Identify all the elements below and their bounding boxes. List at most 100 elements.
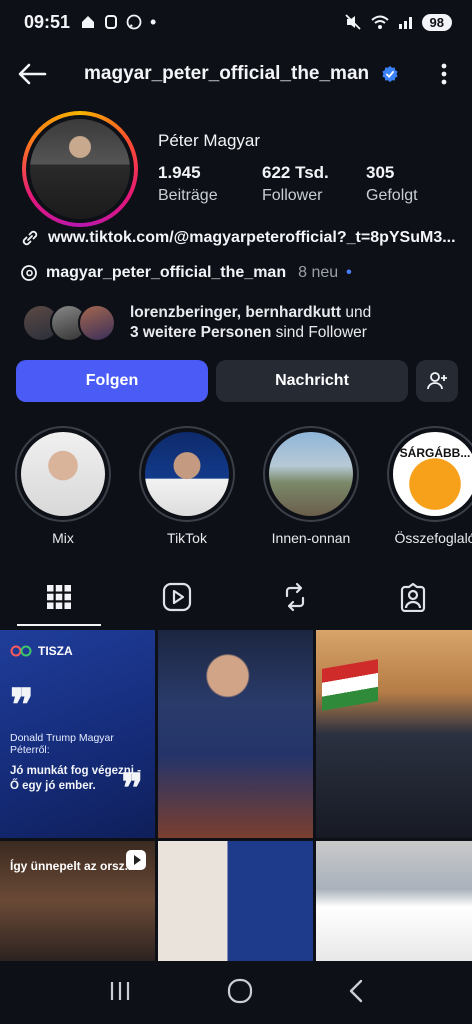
more-options-button[interactable] — [432, 63, 456, 85]
home-circle-icon — [227, 978, 253, 1003]
post-tile[interactable]: TISZA ❞ Donald Trump Magyar Péterről: Jó… — [0, 630, 155, 838]
tab-posts-grid[interactable] — [0, 568, 118, 626]
highlight-cover — [269, 432, 353, 516]
highlight-cover — [145, 432, 229, 516]
message-button[interactable]: Nachricht — [216, 360, 408, 402]
mutual-followers-text: lorenzberinger, bernhardkutt und 3 weite… — [130, 303, 371, 343]
suggest-users-button[interactable] — [416, 360, 458, 402]
stat-label: Beiträge — [158, 187, 218, 204]
tab-reposts[interactable] — [236, 568, 354, 626]
profile-link[interactable]: www.tiktok.com/@magyarpeterofficial?_t=8… — [20, 228, 456, 248]
recents-icon — [110, 981, 129, 1000]
highlight-label: Mix — [52, 530, 74, 546]
stat-followers[interactable]: 622 Tsd. Follower — [262, 163, 366, 205]
tab-reels[interactable] — [118, 568, 236, 626]
threads-new-count: 8 neu — [298, 264, 339, 281]
highlight-ring — [139, 426, 235, 522]
post-tile[interactable] — [158, 630, 313, 838]
post-byline: Donald Trump Magyar Péterről: — [10, 732, 114, 756]
more-notifications-dot: • — [150, 11, 157, 32]
signal-icon — [398, 17, 412, 29]
threads-icon — [21, 265, 37, 281]
posts-grid: TISZA ❞ Donald Trump Magyar Péterről: Jó… — [0, 630, 472, 961]
avatar — [78, 304, 116, 342]
post-tile[interactable]: Így ünnepelt az orsz... — [0, 841, 155, 961]
follow-button[interactable]: Folgen — [16, 360, 208, 402]
back-button[interactable] — [16, 58, 48, 90]
page-title: magyar_peter_official_the_man — [84, 63, 370, 84]
profile-tabs — [0, 568, 472, 626]
system-back-button[interactable] — [348, 979, 364, 1008]
arrow-left-icon — [18, 63, 47, 85]
recent-apps-button[interactable] — [108, 980, 132, 1007]
highlight-tiktok[interactable]: TikTok — [139, 426, 235, 546]
home-button[interactable] — [227, 978, 253, 1009]
system-navigation-bar — [0, 962, 472, 1024]
verified-badge-icon — [382, 65, 398, 83]
quote-close-icon: ❞ — [121, 765, 143, 812]
stat-posts[interactable]: 1.945 Beiträge — [158, 163, 262, 205]
status-notification-icons: • — [80, 12, 156, 33]
more-vertical-icon — [441, 63, 447, 85]
stat-value: 1.945 — [158, 163, 201, 182]
threads-handle: magyar_peter_official_the_man — [46, 264, 287, 281]
display-name: Péter Magyar — [158, 131, 261, 150]
link-icon — [22, 230, 38, 246]
status-system-icons: 98 — [344, 13, 452, 31]
stat-value: 622 Tsd. — [262, 163, 329, 182]
app-notification-icon — [105, 15, 118, 29]
mutual-names: lorenzberinger, bernhardkutt — [130, 304, 342, 321]
avatar-image — [30, 119, 130, 219]
highlight-ring: SÁRGÁBB... — [387, 426, 472, 522]
post-tile[interactable] — [158, 841, 313, 961]
reel-badge-icon — [126, 850, 146, 870]
home-icon — [82, 16, 95, 28]
stat-following[interactable]: 305 Gefolgt — [366, 163, 470, 205]
status-time: 09:51 — [24, 11, 71, 32]
highlight-osszefoglalo[interactable]: SÁRGÁBB... Összefoglaló — [387, 426, 472, 546]
battery-level: 98 — [421, 13, 452, 31]
tab-tagged[interactable] — [354, 568, 472, 626]
mutual-followers[interactable]: lorenzberinger, bernhardkutt und 3 weite… — [22, 303, 371, 343]
post-brand: TISZA — [10, 644, 145, 658]
stat-value: 305 — [366, 163, 395, 182]
highlight-label: Innen-onnan — [271, 530, 351, 546]
tagged-person-icon — [400, 582, 426, 612]
highlight-label: Összefoglaló — [394, 530, 472, 546]
highlight-cover: SÁRGÁBB... — [393, 432, 472, 516]
mutual-others: 3 weitere Personen — [130, 324, 272, 341]
reels-icon — [162, 582, 192, 612]
profile-avatar[interactable] — [22, 111, 138, 227]
tisza-logo-icon — [10, 645, 32, 657]
stat-label: Gefolgt — [366, 187, 418, 204]
unread-dot: • — [346, 264, 352, 281]
link-text: www.tiktok.com/@magyarpeterofficial?_t=8… — [48, 229, 456, 246]
whatsapp-icon — [126, 14, 142, 30]
highlight-mix[interactable]: Mix — [15, 426, 111, 546]
threads-badge[interactable]: magyar_peter_official_the_man 8 neu • — [20, 264, 352, 282]
mutual-avatars — [22, 304, 116, 342]
hungarian-flag-image — [322, 659, 378, 711]
add-person-icon — [427, 372, 447, 390]
chevron-left-icon — [350, 979, 363, 1002]
mutual-and: und — [341, 304, 372, 321]
highlight-cover-text: SÁRGÁBB... — [399, 446, 471, 460]
avatar-border — [26, 115, 134, 223]
mutual-suffix: sind Follower — [271, 324, 367, 341]
status-bar: 09:51 • 98 — [0, 0, 472, 44]
profile-header: magyar_peter_official_the_man — [0, 52, 472, 96]
stat-label: Follower — [262, 187, 323, 204]
highlight-innen-onnan[interactable]: Innen-onnan — [263, 426, 359, 546]
profile-actions: Folgen Nachricht — [16, 360, 458, 402]
post-tile[interactable] — [316, 630, 472, 838]
mute-icon — [344, 14, 361, 30]
grid-icon — [47, 585, 71, 609]
story-highlights: Mix TikTok Innen-onnan SÁRGÁBB... Összef… — [15, 426, 472, 546]
profile-stats: 1.945 Beiträge 622 Tsd. Follower 305 Gef… — [158, 163, 470, 205]
post-tile[interactable] — [316, 841, 472, 961]
highlight-ring — [15, 426, 111, 522]
post-caption: Így ünnepelt az orsz... — [10, 859, 135, 873]
highlight-cover — [21, 432, 105, 516]
highlight-ring — [263, 426, 359, 522]
wifi-icon — [370, 15, 389, 29]
